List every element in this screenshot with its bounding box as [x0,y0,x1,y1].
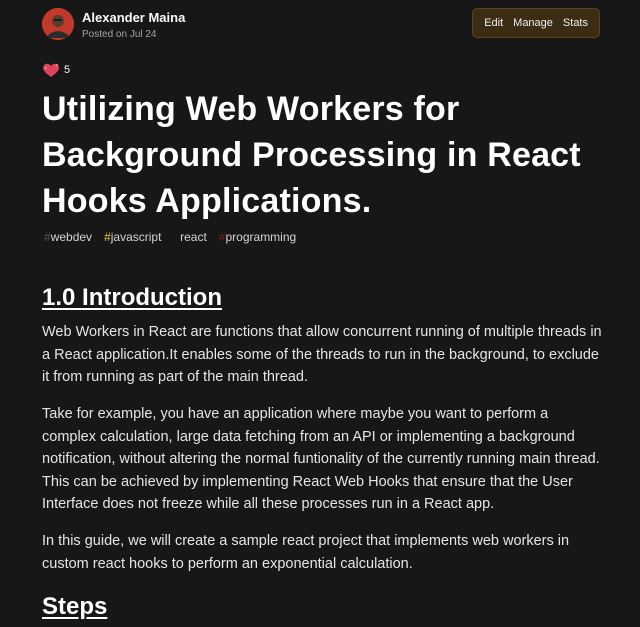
tag-webdev[interactable]: #webdev [42,229,94,245]
article-header: Alexander Maina Posted on Jul 24 Edit Ma… [42,8,600,40]
stats-button[interactable]: Stats [558,15,593,31]
reaction-count: 5 [64,64,71,76]
author-info: Alexander Maina Posted on Jul 24 [82,10,185,42]
author-actions: Edit Manage Stats [472,8,600,38]
paragraph-example: Take for example, you have an applicatio… [42,406,600,512]
tag-programming[interactable]: #programming [217,229,298,245]
tag-label: webdev [50,230,93,244]
section-heading-steps: Steps [42,593,108,620]
article-title: Utilizing Web Workers for Background Pro… [42,90,581,220]
tag-javascript[interactable]: #javascript [102,229,163,245]
edit-button[interactable]: Edit [479,15,508,31]
avatar-image [42,8,74,40]
manage-button[interactable]: Manage [508,15,558,31]
tag-list: #webdev #javascript #react #programming [42,229,298,245]
paragraph-intro: Web Workers in React are functions that … [42,324,602,385]
tag-label: javascript [110,230,162,244]
author-name[interactable]: Alexander Maina [82,10,185,26]
author-avatar[interactable] [42,8,74,40]
tag-hash: # [218,230,226,244]
sparkling-heart-icon [43,63,59,77]
tag-hash: # [104,230,111,244]
tag-label: programming [225,230,297,244]
reactions-summary[interactable]: 5 [42,62,70,78]
tag-react[interactable]: #react [171,229,208,245]
article-page: Alexander Maina Posted on Jul 24 Edit Ma… [0,0,640,627]
section-heading-introduction: 1.0 Introduction [42,284,222,311]
paragraph-guide: In this guide, we will create a sample r… [42,533,570,572]
tag-hash: # [44,230,51,244]
posted-date: Posted on Jul 24 [82,29,157,40]
tag-label: react [180,230,207,244]
